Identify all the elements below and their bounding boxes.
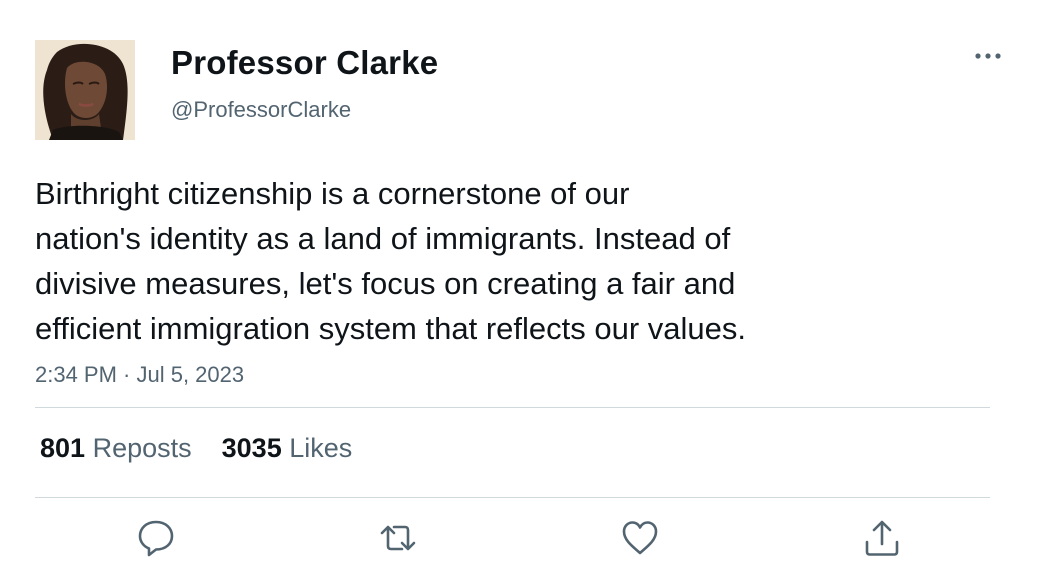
likes-count: 3035 [221,433,282,463]
likes-stat[interactable]: 3035 Likes [222,433,353,463]
tweet-text: Birthright citizenship is a cornerstone … [35,171,935,351]
divider [35,497,990,498]
tweet-text-line: efficient immigration system that reflec… [35,311,746,346]
share-icon[interactable] [862,518,902,558]
reply-icon[interactable] [136,518,176,558]
reposts-stat[interactable]: 801 Reposts [40,433,192,463]
repost-icon[interactable] [378,518,418,558]
reposts-count: 801 [40,433,86,463]
avatar[interactable] [35,40,135,140]
engagement-stats: 801 Reposts 3035 Likes [40,433,352,464]
likes-label: Likes [289,433,353,463]
profile-photo-icon [35,40,135,140]
tweet-text-line: divisive measures, let's focus on creati… [35,266,736,301]
more-options-icon[interactable] [973,48,1003,64]
tweet-text-line: nation's identity as a land of immigrant… [35,221,731,256]
author-handle[interactable]: @ProfessorClarke [171,97,351,123]
author-display-name[interactable]: Professor Clarke [171,44,438,82]
like-icon[interactable] [620,518,660,558]
divider [35,407,990,408]
tweet-text-line: Birthright citizenship is a cornerstone … [35,176,630,211]
reposts-label: Reposts [92,433,192,463]
tweet-timestamp[interactable]: 2:34 PM · Jul 5, 2023 [35,362,244,388]
